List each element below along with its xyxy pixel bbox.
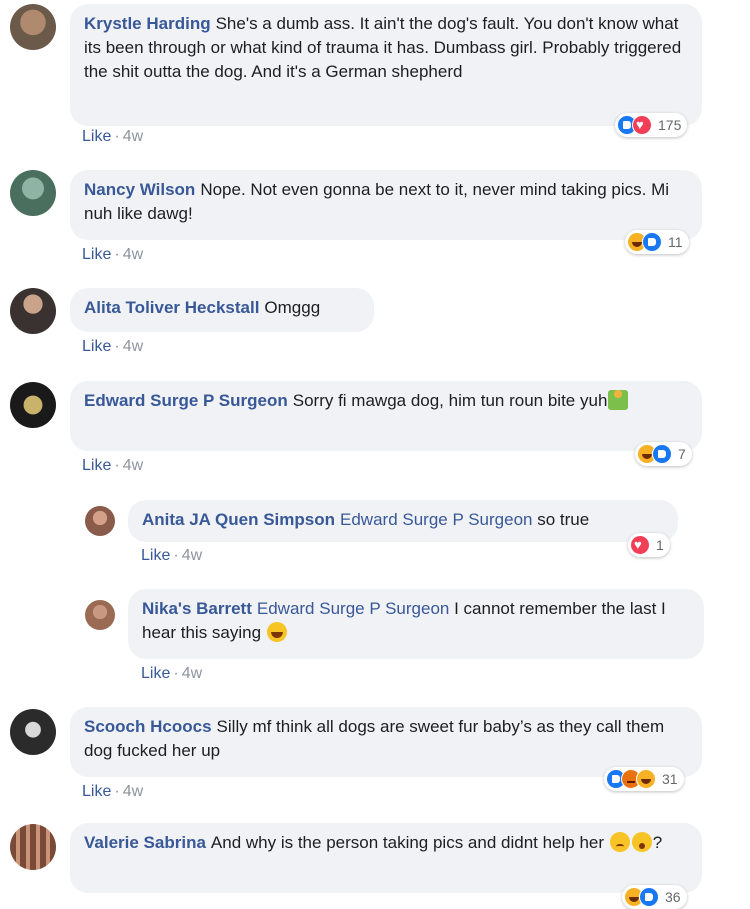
commenter-name[interactable]: Scooch Hcoocs [84,717,212,736]
mention-link[interactable]: Edward Surge P Surgeon [340,510,532,529]
timestamp[interactable]: 4w [123,128,143,145]
like-icon [639,887,659,907]
avatar[interactable] [10,4,56,50]
like-link[interactable]: Like [82,457,111,474]
avatar[interactable] [10,824,56,870]
avatar[interactable] [10,288,56,334]
commenter-name[interactable]: Edward Surge P Surgeon [84,391,288,410]
comment-actions: Like · 4w [82,457,144,474]
like-link[interactable]: Like [141,547,170,564]
comment-actions: Like · 4w [82,783,144,800]
comment-text: Omggg [264,298,321,317]
timestamp[interactable]: 4w [182,547,202,564]
reaction-count: 11 [668,234,683,250]
comment-actions: Like · 4w [82,246,144,263]
reaction-count: 31 [662,771,678,787]
reaction-summary[interactable]: 175 [615,113,688,137]
like-link[interactable]: Like [82,246,111,263]
comment-text: And why is the person taking pics and di… [210,833,605,852]
commenter-name[interactable]: Nancy Wilson [84,180,195,199]
comment-bubble: Edward Surge P Surgeon Sorry fi mawga dog… [70,381,702,451]
reaction-summary[interactable]: 7 [635,442,692,466]
comment-actions: Like · 4w [82,128,144,145]
timestamp[interactable]: 4w [123,457,143,474]
love-icon [632,115,652,135]
timestamp[interactable]: 4w [123,246,143,263]
like-icon [652,444,672,464]
reaction-summary[interactable]: 31 [604,767,684,791]
comment-bubble: Krystle Harding She's a dumb ass. It ain'… [70,4,702,126]
avatar[interactable] [10,170,56,216]
love-icon [630,535,650,555]
comment-text: Sorry fi mawga dog, him tun roun bite yu… [292,391,608,410]
comment-bubble: Scooch Hcoocs Silly mf think all dogs are… [70,707,702,777]
commenter-name[interactable]: Valerie Sabrina [84,833,206,852]
commenter-name[interactable]: Anita JA Quen Simpson [142,510,335,529]
comment-bubble: Nika's Barrett Edward Surge P Surgeon I c… [128,589,704,659]
timestamp[interactable]: 4w [123,783,143,800]
like-link[interactable]: Like [82,338,111,355]
grinning-emoji-icon [266,622,287,642]
comment-actions: Like · 4w [82,338,144,355]
reaction-count: 7 [678,446,686,462]
commenter-name[interactable]: Nika's Barrett [142,599,252,618]
like-link[interactable]: Like [82,783,111,800]
person-emoji-icon [608,390,629,410]
avatar[interactable] [10,382,56,428]
reaction-count: 175 [658,117,682,133]
avatar[interactable] [85,506,115,536]
avatar[interactable] [10,709,56,755]
haha-icon [636,769,656,789]
comment-bubble: Anita JA Quen Simpson Edward Surge P Surg… [128,500,678,542]
like-link[interactable]: Like [82,128,111,145]
comment-text-end: ? [652,833,663,852]
reaction-summary[interactable]: 11 [625,230,689,254]
like-link[interactable]: Like [141,665,170,682]
comment-text: so true [537,510,590,529]
commenter-name[interactable]: Krystle Harding [84,14,211,33]
reaction-summary[interactable]: 36 [622,885,687,909]
comment-bubble: Nancy Wilson Nope. Not even gonna be next… [70,170,702,240]
surprised-face-emoji-icon [631,832,652,852]
reaction-summary[interactable]: 1 [628,533,670,557]
comment-actions: Like · 4w [141,665,203,682]
reaction-count: 1 [656,537,664,553]
timestamp[interactable]: 4w [123,338,143,355]
comment-bubble: Alita Toliver Heckstall Omggg [70,288,374,332]
like-icon [642,232,662,252]
comment-actions: Like · 4w [141,547,203,564]
avatar[interactable] [85,600,115,630]
comment-bubble: Valerie Sabrina And why is the person tak… [70,823,702,893]
commenter-name[interactable]: Alita Toliver Heckstall [84,298,259,317]
sad-face-emoji-icon [609,832,630,852]
reaction-count: 36 [665,889,681,905]
mention-link[interactable]: Edward Surge P Surgeon [257,599,449,618]
timestamp[interactable]: 4w [182,665,202,682]
